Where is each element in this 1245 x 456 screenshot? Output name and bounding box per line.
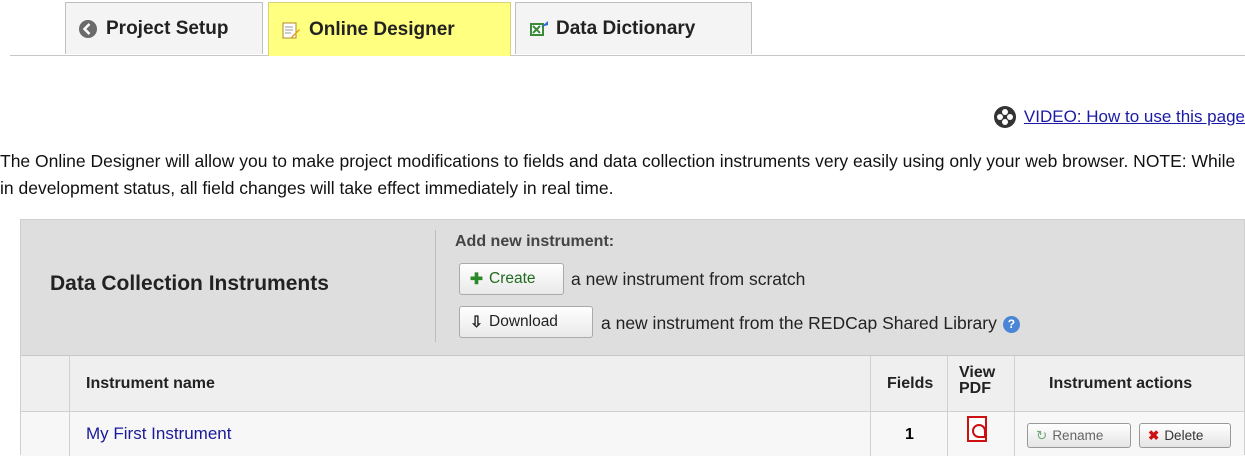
download-button-label: Download	[489, 313, 558, 330]
tab-project-setup[interactable]: Project Setup	[65, 2, 263, 54]
table-header: Instrument name Fields View PDF Instrume…	[21, 356, 1244, 412]
spreadsheet-icon	[528, 19, 548, 39]
column-divider	[947, 356, 948, 411]
download-button[interactable]: ⇩ Download	[459, 306, 593, 338]
table-row: My First Instrument 1 ↻ Rename ✖ Delete	[21, 412, 1244, 456]
column-divider	[1014, 356, 1015, 411]
column-divider	[69, 412, 70, 456]
instrument-name-link[interactable]: My First Instrument	[86, 424, 231, 444]
header-instrument-name: Instrument name	[86, 375, 215, 392]
rename-icon: ↻	[1036, 427, 1048, 443]
fields-count: 1	[905, 426, 914, 443]
create-button-label: Create	[489, 270, 536, 287]
tab-label: Project Setup	[106, 17, 229, 39]
rename-button-label: Rename	[1052, 428, 1104, 443]
edit-form-icon	[281, 20, 301, 40]
panel-title: Data Collection Instruments	[50, 272, 329, 295]
column-divider	[69, 356, 70, 411]
column-divider	[1014, 412, 1015, 456]
column-divider	[947, 412, 948, 456]
tab-label: Data Dictionary	[556, 17, 696, 39]
header-view-pdf: View PDF	[959, 364, 996, 397]
tab-data-dictionary[interactable]: Data Dictionary	[515, 2, 752, 54]
tab-divider	[10, 55, 1245, 56]
download-description: a new instrument from the REDCap Shared …	[601, 313, 1020, 334]
header-fields: Fields	[887, 375, 934, 392]
back-arrow-icon	[78, 19, 98, 39]
delete-button[interactable]: ✖ Delete	[1139, 423, 1231, 448]
panel-divider	[435, 230, 436, 342]
video-link[interactable]: VIDEO: How to use this page	[1024, 107, 1245, 127]
help-icon[interactable]: ?	[1002, 315, 1020, 333]
instruments-panel: Data Collection Instruments Add new inst…	[21, 220, 1244, 356]
pdf-icon[interactable]	[967, 416, 987, 442]
create-button[interactable]: ✚ Create	[459, 263, 564, 295]
column-divider	[870, 412, 871, 456]
plus-icon: ✚	[470, 270, 483, 288]
film-reel-icon	[993, 106, 1016, 128]
tab-online-designer[interactable]: Online Designer	[268, 2, 511, 56]
tab-bar: Project Setup Online Designer Data Dicti…	[0, 0, 1245, 57]
download-text: a new instrument from the REDCap Shared …	[601, 313, 997, 333]
rename-button[interactable]: ↻ Rename	[1027, 423, 1131, 448]
add-instrument-label: Add new instrument:	[455, 233, 615, 250]
video-help: VIDEO: How to use this page	[993, 106, 1245, 128]
tab-label: Online Designer	[309, 18, 455, 40]
instruments-table: Data Collection Instruments Add new inst…	[20, 219, 1245, 456]
delete-button-label: Delete	[1164, 428, 1204, 443]
delete-x-icon: ✖	[1148, 427, 1160, 443]
intro-text: The Online Designer will allow you to ma…	[0, 151, 1236, 198]
column-divider	[870, 356, 871, 411]
create-description: a new instrument from scratch	[571, 269, 806, 289]
download-arrow-icon: ⇩	[470, 313, 483, 331]
header-instrument-actions: Instrument actions	[1049, 375, 1193, 392]
